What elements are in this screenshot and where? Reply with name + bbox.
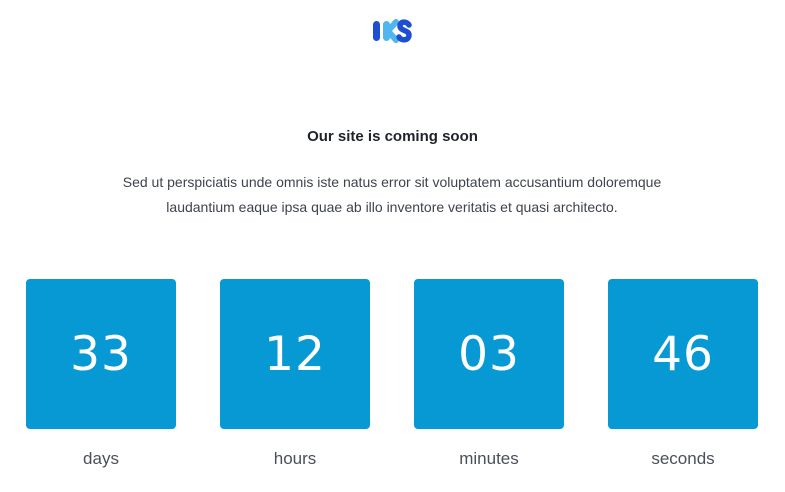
countdown-seconds: 46 seconds xyxy=(608,279,758,469)
countdown-label: hours xyxy=(273,449,317,468)
countdown-box: 12 xyxy=(220,279,370,429)
page-description: Sed ut perspiciatis unde omnis iste natu… xyxy=(92,170,692,220)
coming-soon-page: Our site is coming soon Sed ut perspicia… xyxy=(0,0,785,492)
countdown-label: seconds xyxy=(651,449,715,468)
countdown-box: 33 xyxy=(26,279,176,429)
countdown-hours: 12 hours xyxy=(220,279,370,469)
countdown-minutes: 03 minutes xyxy=(414,279,564,469)
countdown-days: 33 days xyxy=(26,279,176,469)
description-line-1: Sed ut perspiciatis unde omnis iste natu… xyxy=(122,174,662,190)
countdown-value: 33 xyxy=(70,326,132,382)
page-title: Our site is coming soon xyxy=(307,128,478,145)
countdown-value: 03 xyxy=(458,326,520,382)
countdown-label: minutes xyxy=(459,449,519,468)
countdown-box: 03 xyxy=(414,279,564,429)
countdown-value: 12 xyxy=(264,326,326,382)
countdown-timer: 33 days 12 hours 03 minutes 46 seconds xyxy=(0,279,785,479)
countdown-value: 46 xyxy=(652,326,714,382)
countdown-box: 46 xyxy=(608,279,758,429)
brand-logo xyxy=(373,19,412,43)
countdown-label: days xyxy=(83,449,119,468)
description-line-2: laudantium eaque ipsa quae ab illo inven… xyxy=(166,199,618,215)
